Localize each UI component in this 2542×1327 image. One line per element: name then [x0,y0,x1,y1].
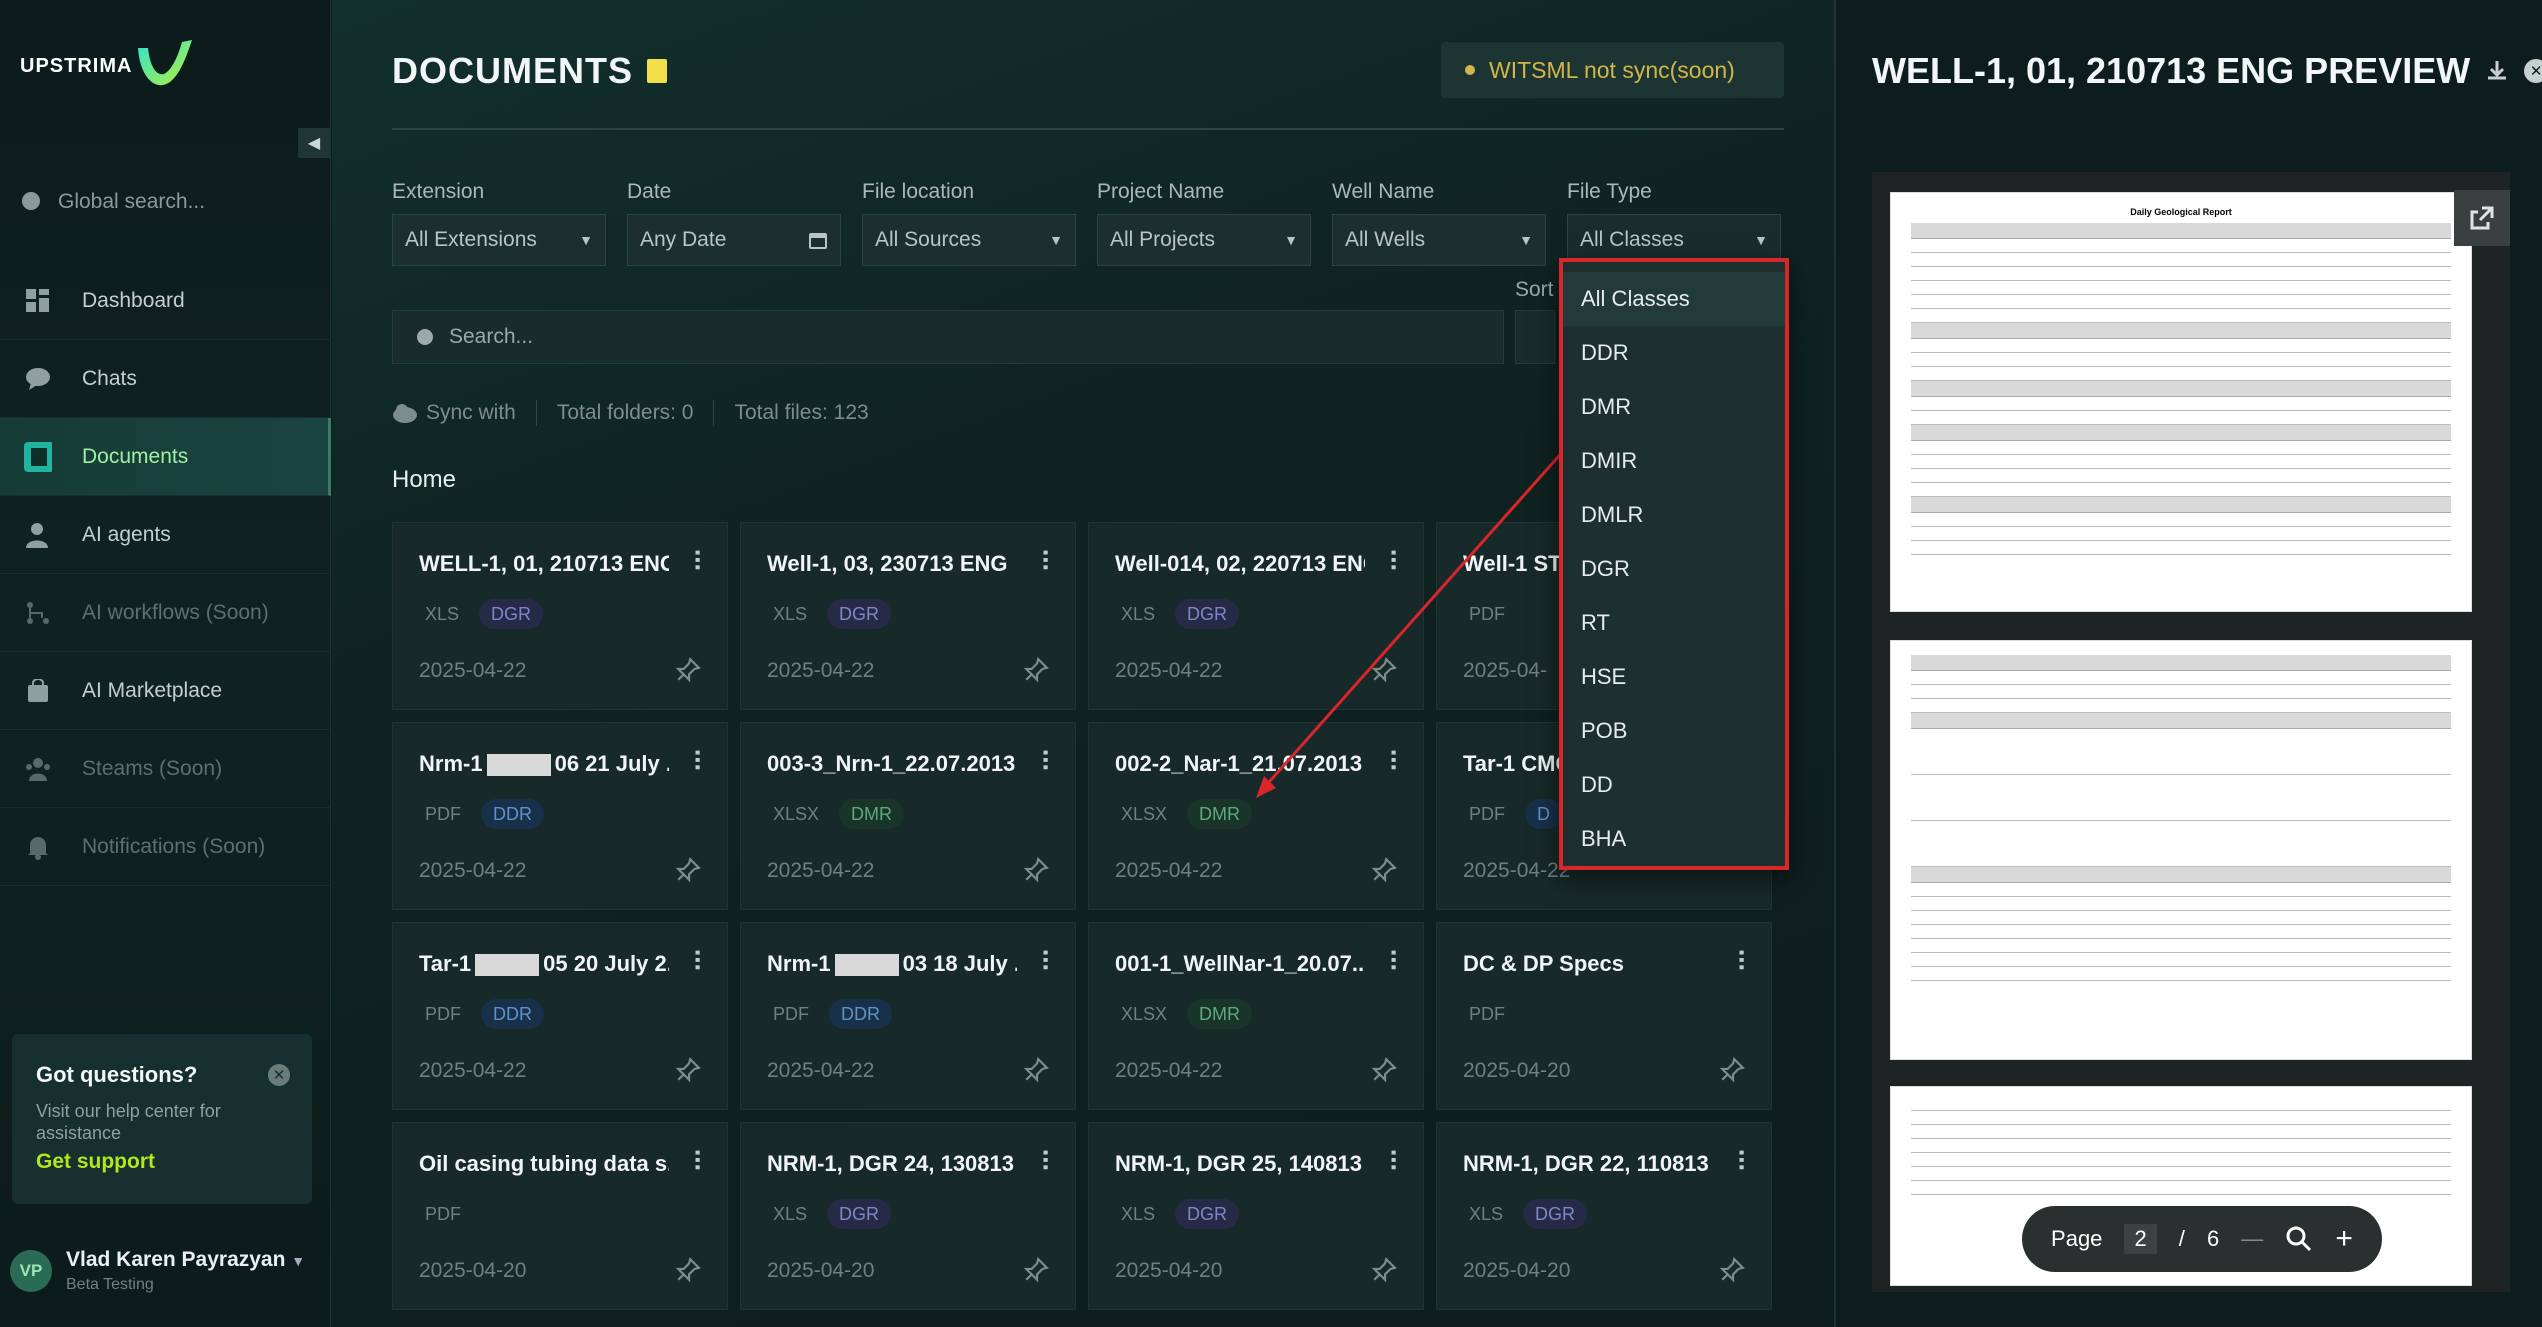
page-controls: Page 2 / 6 — + [2022,1206,2382,1272]
zoom-in-icon[interactable]: + [2335,1222,2353,1256]
close-icon[interactable]: ✕ [2524,59,2542,83]
dropdown-option[interactable]: All Classes [1563,272,1785,326]
dropdown-option[interactable]: HSE [1563,650,1785,704]
dropdown-option[interactable]: RT [1563,596,1785,650]
dropdown-option[interactable]: DMIR [1563,434,1785,488]
document-page: Daily Geological Report [1890,192,2472,612]
zoom-in-magnifier-icon[interactable] [2285,1225,2313,1253]
dropdown-option[interactable]: DGR [1563,542,1785,596]
dropdown-option[interactable]: BHA [1563,812,1785,866]
open-external-button[interactable] [2454,190,2510,246]
download-icon[interactable] [2484,58,2510,84]
dropdown-option[interactable]: DDR [1563,326,1785,380]
dropdown-option[interactable]: POB [1563,704,1785,758]
document-page [1890,640,2472,1060]
document-viewer[interactable]: Daily Geological Report Page 2 / 6 — + [1872,172,2510,1292]
page-number-input[interactable]: 2 [2124,1224,2157,1254]
page-label: Page [2051,1226,2103,1251]
preview-panel: WELL-1, 01, 210713 ENG PREVIEW ✕ Daily G… [1834,0,2542,1327]
zoom-out-icon[interactable]: — [2241,1226,2263,1252]
preview-title: WELL-1, 01, 210713 ENG PREVIEW ✕ [1872,50,2542,92]
file-type-dropdown: All Classes DDR DMR DMIR DMLR DGR RT HSE… [1559,258,1789,870]
dropdown-option[interactable]: DMR [1563,380,1785,434]
dropdown-option[interactable]: DD [1563,758,1785,812]
page-total: 6 [2206,1226,2220,1251]
external-link-icon [2470,206,2494,230]
doc-heading: Daily Geological Report [2130,207,2232,217]
dropdown-option[interactable]: DMLR [1563,488,1785,542]
page-separator: / [2178,1226,2185,1251]
